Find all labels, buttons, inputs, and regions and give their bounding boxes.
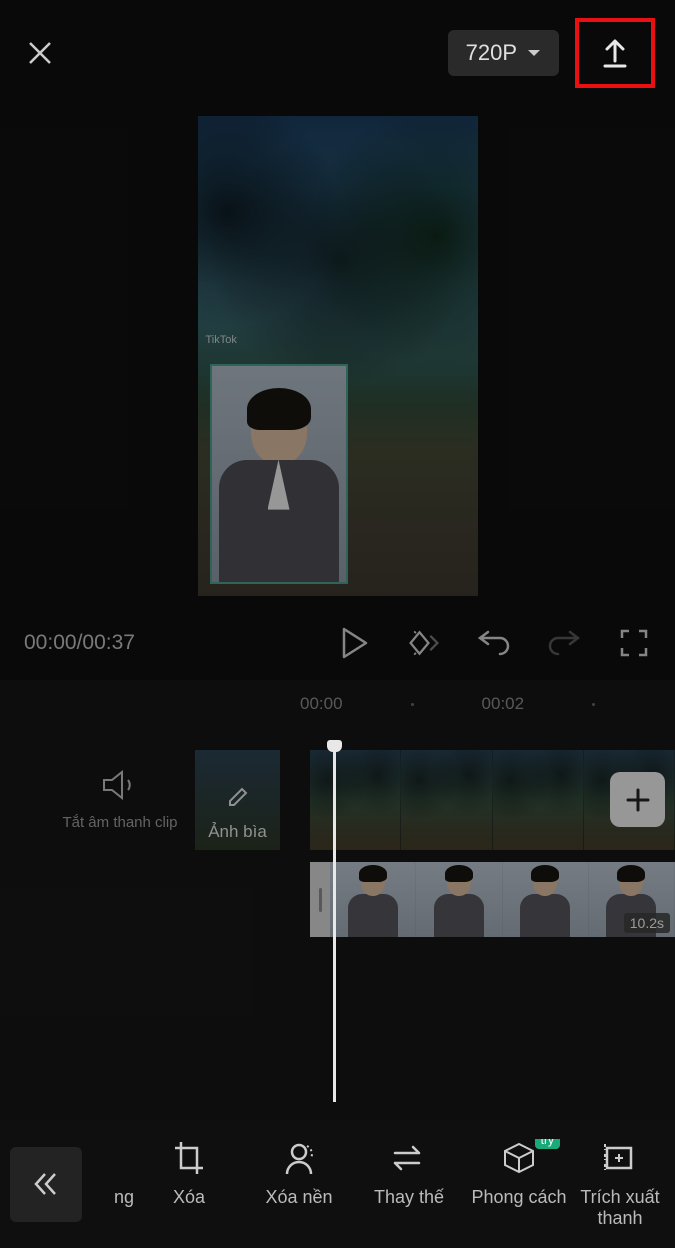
tool-extract-audio[interactable]: Trích xuất thanh	[574, 1139, 666, 1229]
mute-clip-audio-button[interactable]: Tắt âm thanh clip	[60, 770, 180, 833]
export-button[interactable]	[575, 18, 655, 88]
keyframe-icon	[407, 627, 441, 659]
tiktok-watermark: TikTok	[206, 334, 237, 346]
try-badge: try	[535, 1139, 560, 1149]
close-icon	[25, 38, 55, 68]
pencil-icon	[227, 786, 249, 808]
tool-item-partial[interactable]: ng	[92, 1139, 134, 1229]
chevrons-left-icon	[31, 1169, 61, 1199]
clip-duration-badge: 10.2s	[624, 913, 670, 933]
video-canvas[interactable]: TikTok	[198, 116, 478, 596]
redo-button[interactable]	[547, 626, 581, 660]
undo-icon	[478, 629, 510, 657]
plus-icon	[625, 787, 651, 813]
export-icon	[597, 35, 633, 71]
preview-canvas-area: TikTok	[0, 106, 675, 616]
overlay-clip-selection[interactable]	[210, 364, 348, 584]
time-ruler: 00:00 00:02	[0, 694, 675, 714]
bottom-toolbar: ng Xóa Xóa nền	[0, 1120, 675, 1248]
chevron-down-icon	[527, 48, 541, 58]
mute-label: Tắt âm thanh clip	[60, 813, 180, 833]
redo-icon	[548, 629, 580, 657]
main-video-track[interactable]	[310, 750, 675, 850]
crop-icon	[173, 1140, 205, 1176]
keyframe-button[interactable]	[407, 626, 441, 660]
overlay-track-clip[interactable]: 10.2s	[310, 862, 675, 937]
undo-button[interactable]	[477, 626, 511, 660]
clip-trim-handle-left[interactable]	[310, 862, 330, 937]
tool-remove-background[interactable]: Xóa nền	[244, 1139, 354, 1229]
extract-icon	[603, 1142, 637, 1174]
replace-icon	[391, 1143, 427, 1173]
fullscreen-button[interactable]	[617, 626, 651, 660]
resolution-label: 720P	[466, 40, 517, 66]
play-button[interactable]	[337, 626, 371, 660]
fullscreen-icon	[619, 628, 649, 658]
toolbar-back-button[interactable]	[10, 1147, 82, 1222]
cover-label: Ảnh bìa	[208, 822, 267, 842]
play-icon	[340, 627, 368, 659]
tool-delete[interactable]: Xóa	[134, 1139, 244, 1229]
tool-replace[interactable]: Thay thế	[354, 1139, 464, 1229]
person-cutout-icon	[281, 1140, 317, 1176]
timeline[interactable]: 00:00 00:02 Tắt âm thanh clip Ảnh bìa	[0, 680, 675, 1120]
playhead[interactable]	[333, 742, 336, 1102]
tool-style[interactable]: try Phong cách	[464, 1139, 574, 1229]
add-clip-button[interactable]	[610, 772, 665, 827]
timecode-display: 00:00/00:37	[24, 631, 329, 655]
close-button[interactable]	[20, 33, 60, 73]
resolution-selector[interactable]: 720P	[448, 30, 559, 76]
cover-thumbnail-button[interactable]: Ảnh bìa	[195, 750, 280, 850]
speaker-icon	[102, 770, 138, 800]
cube-icon	[501, 1140, 537, 1176]
